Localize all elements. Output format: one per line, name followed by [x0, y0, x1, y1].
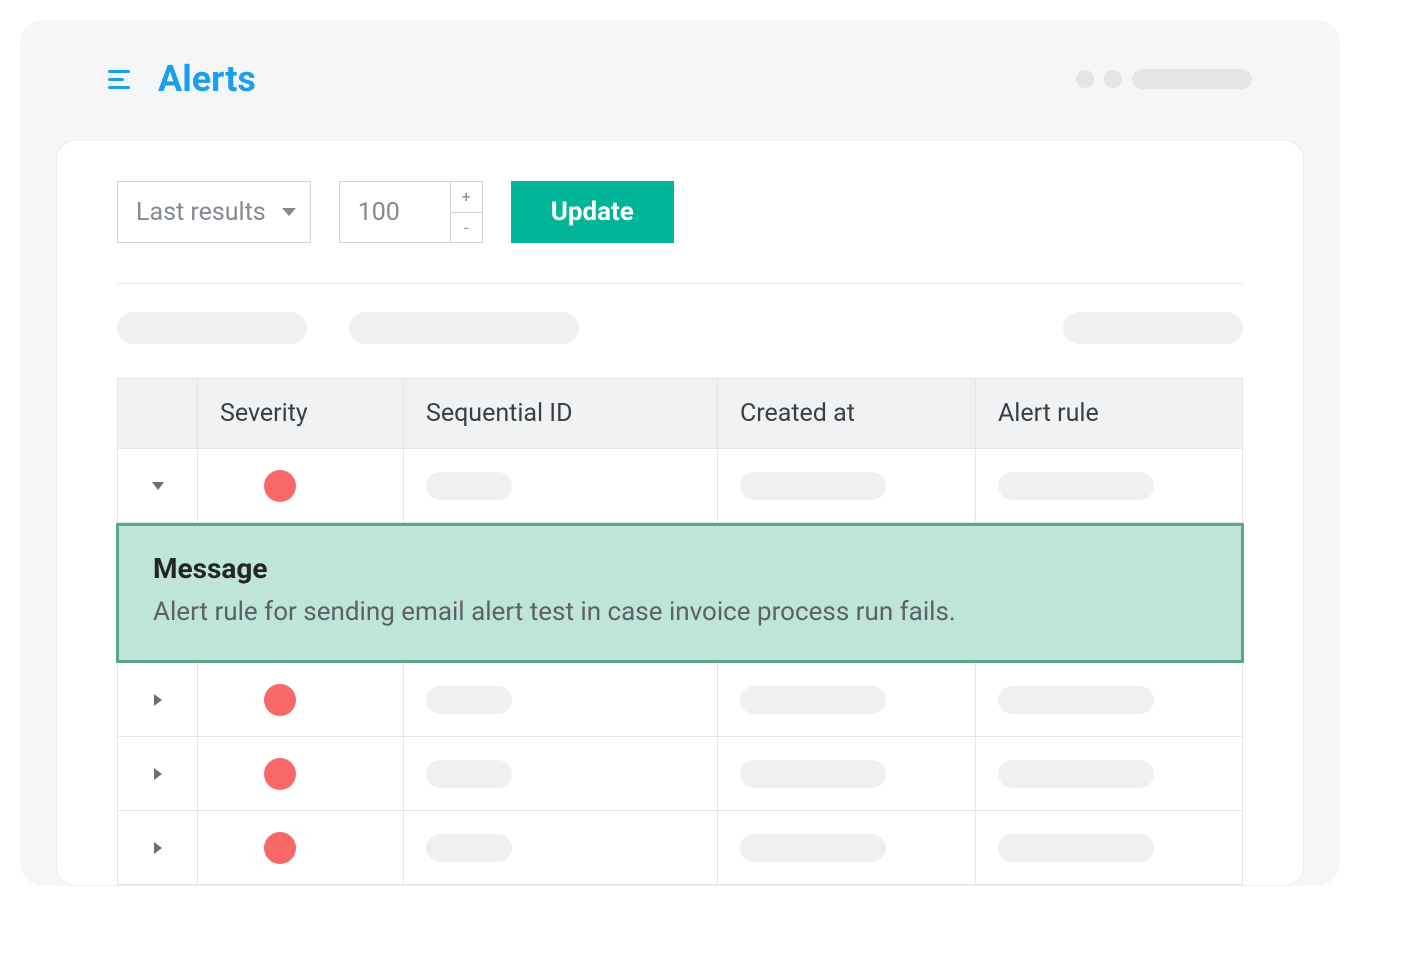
created-at-cell: [718, 663, 976, 736]
severity-indicator-icon: [264, 470, 296, 502]
stepper-up-button[interactable]: +: [451, 182, 482, 213]
app-header: Alerts: [20, 20, 1340, 120]
cell-placeholder: [426, 472, 512, 500]
expand-cell: [118, 449, 198, 522]
created-at-cell: [718, 737, 976, 810]
expand-cell: [118, 737, 198, 810]
header-dot-placeholder: [1104, 70, 1122, 88]
stepper-buttons: + -: [450, 182, 482, 242]
chevron-down-icon: [282, 208, 296, 216]
col-created-at-header: Created at: [718, 379, 976, 448]
collapse-icon[interactable]: [152, 482, 164, 490]
expand-cell: [118, 663, 198, 736]
cell-placeholder: [426, 834, 512, 862]
alert-rule-cell: [976, 737, 1242, 810]
cell-placeholder: [426, 686, 512, 714]
header-right-placeholder: [1076, 69, 1252, 89]
cell-placeholder: [998, 760, 1154, 788]
cell-placeholder: [740, 760, 886, 788]
results-filter-select[interactable]: Last results: [117, 181, 311, 243]
created-at-cell: [718, 811, 976, 884]
content-card: Last results + - Update Severit: [56, 140, 1304, 886]
alert-rule-cell: [976, 449, 1242, 522]
cell-placeholder: [426, 760, 512, 788]
message-title: Message: [153, 552, 1207, 585]
cell-placeholder: [998, 472, 1154, 500]
severity-indicator-icon: [264, 684, 296, 716]
cell-placeholder: [998, 834, 1154, 862]
table-row: [117, 737, 1243, 811]
created-at-cell: [718, 449, 976, 522]
col-sequential-id-header: Sequential ID: [404, 379, 718, 448]
filter-left-placeholder: [117, 312, 579, 344]
expand-icon[interactable]: [154, 768, 162, 780]
results-filter-label: Last results: [136, 198, 266, 227]
expand-icon[interactable]: [154, 694, 162, 706]
sequential-id-cell: [404, 449, 718, 522]
severity-cell: [198, 811, 404, 884]
col-alert-rule-header: Alert rule: [976, 379, 1242, 448]
count-stepper: + -: [339, 181, 483, 243]
toolbar: Last results + - Update: [117, 181, 1243, 284]
severity-cell: [198, 737, 404, 810]
header-pill-placeholder: [1132, 69, 1252, 89]
cell-placeholder: [740, 834, 886, 862]
cell-placeholder: [998, 686, 1154, 714]
table-row: [117, 449, 1243, 523]
page-title: Alerts: [158, 58, 256, 100]
table-row: [117, 811, 1243, 885]
cell-placeholder: [740, 686, 886, 714]
app-window: Alerts Last results + - Update: [20, 20, 1340, 886]
table-header: Severity Sequential ID Created at Alert …: [117, 378, 1243, 449]
filter-pill-placeholder: [117, 312, 307, 344]
severity-cell: [198, 449, 404, 522]
filter-row: [117, 284, 1243, 378]
header-dot-placeholder: [1076, 70, 1094, 88]
message-body: Alert rule for sending email alert test …: [153, 595, 1207, 630]
table-row: [117, 663, 1243, 737]
severity-cell: [198, 663, 404, 736]
header-left: Alerts: [108, 58, 256, 100]
severity-indicator-icon: [264, 832, 296, 864]
cell-placeholder: [740, 472, 886, 500]
stepper-down-button[interactable]: -: [451, 213, 482, 243]
expanded-message-panel: Message Alert rule for sending email ale…: [116, 523, 1244, 663]
severity-indicator-icon: [264, 758, 296, 790]
expand-icon[interactable]: [154, 842, 162, 854]
col-severity-header: Severity: [198, 379, 404, 448]
alert-rule-cell: [976, 663, 1242, 736]
filter-pill-placeholder: [349, 312, 579, 344]
sequential-id-cell: [404, 737, 718, 810]
sequential-id-cell: [404, 811, 718, 884]
sequential-id-cell: [404, 663, 718, 736]
alerts-table: Severity Sequential ID Created at Alert …: [117, 378, 1243, 885]
menu-icon[interactable]: [108, 70, 130, 89]
expand-cell: [118, 811, 198, 884]
col-expand-header: [118, 379, 198, 448]
alert-rule-cell: [976, 811, 1242, 884]
update-button[interactable]: Update: [511, 181, 674, 243]
filter-pill-placeholder: [1063, 312, 1243, 344]
count-input[interactable]: [340, 182, 450, 242]
